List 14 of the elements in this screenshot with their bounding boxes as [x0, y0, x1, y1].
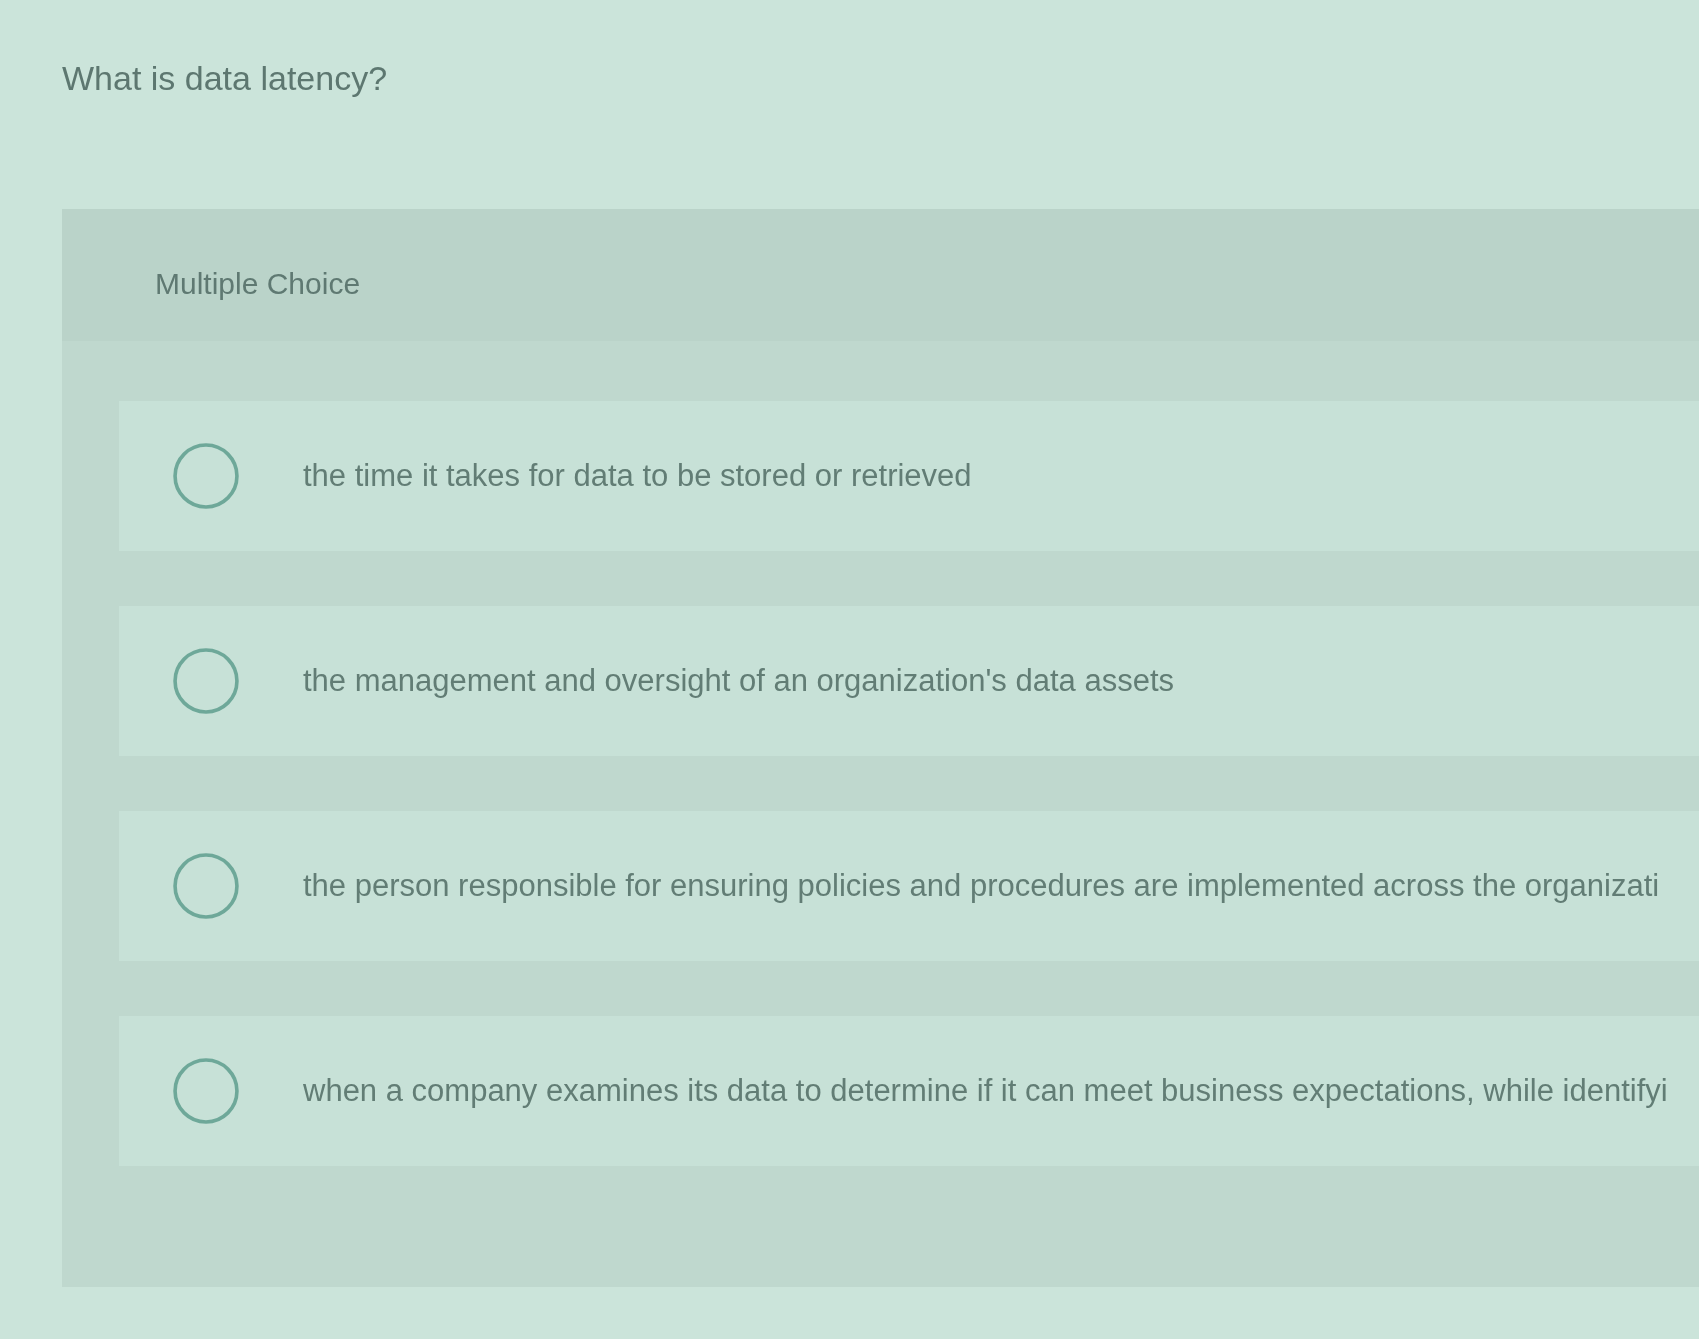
option-text: the time it takes for data to be stored or retrieved — [303, 456, 972, 495]
question-title: What is data latency? — [62, 58, 388, 99]
option-text: the person responsible for ensuring policies and procedures are implemented across the organizati — [303, 866, 1660, 905]
option-card[interactable]: the management and oversight of an organization's data assets — [119, 605, 1699, 756]
option-card[interactable]: the person responsible for ensuring policies and procedures are implemented across the organizati — [119, 810, 1699, 961]
radio-button[interactable] — [173, 1057, 239, 1124]
radio-button[interactable] — [173, 442, 239, 509]
option-card[interactable]: the time it takes for data to be stored or retrieved — [119, 400, 1699, 551]
question-type-label: Multiple Choice — [155, 266, 361, 300]
radio-button[interactable] — [173, 647, 239, 714]
radio-button[interactable] — [173, 852, 239, 919]
option-card[interactable]: when a company examines its data to determine if it can meet business expectations, while identifyi — [119, 1015, 1699, 1166]
option-text: when a company examines its data to determine if it can meet business expectations, while identifyi — [303, 1071, 1668, 1110]
option-text: the management and oversight of an organization's data assets — [303, 661, 1175, 700]
